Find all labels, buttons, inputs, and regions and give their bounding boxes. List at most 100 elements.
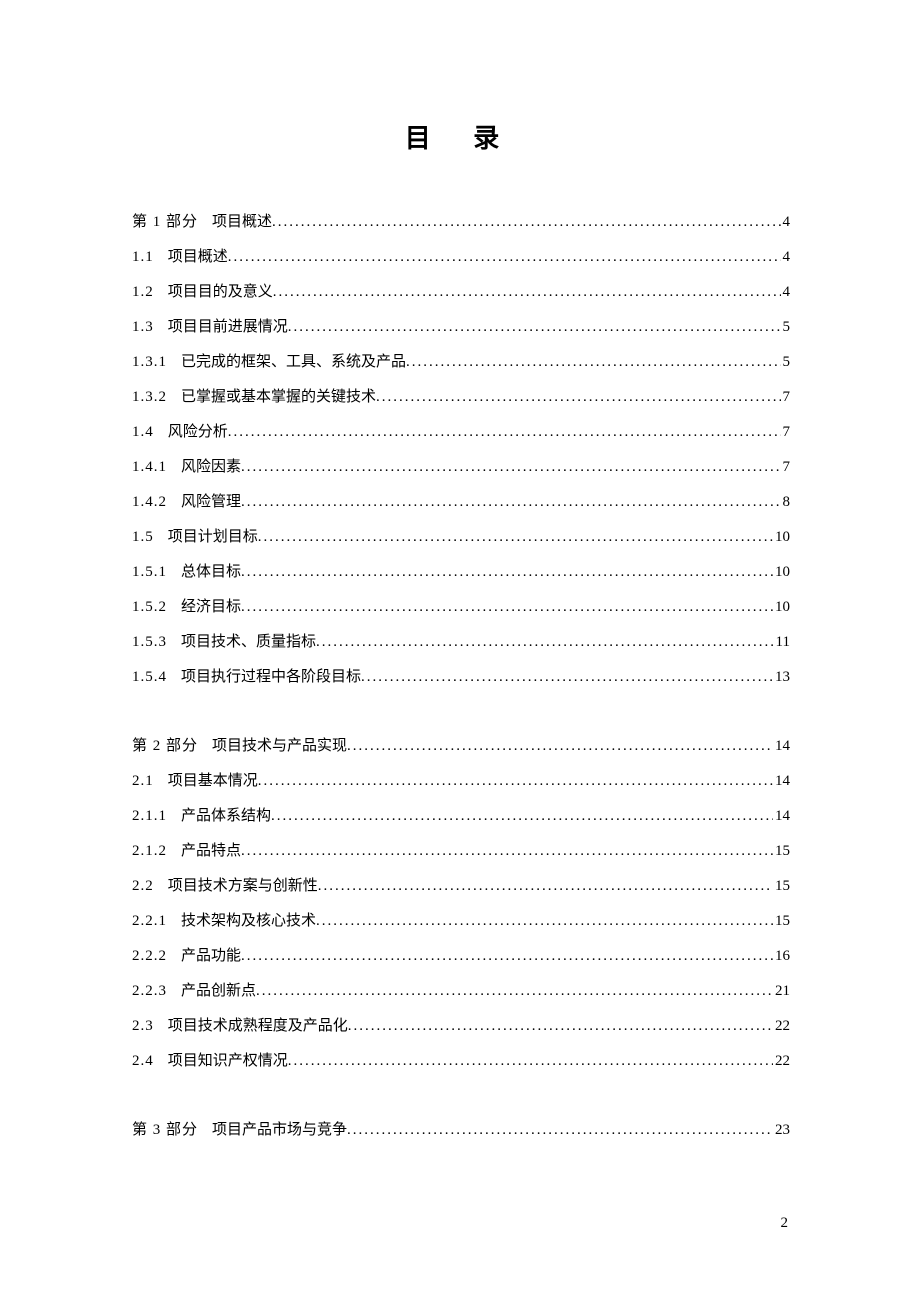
toc-entry-label: 产品特点: [181, 844, 241, 859]
toc-entry: 第 3 部分项目产品市场与竞争23: [132, 1123, 790, 1138]
toc-entry-page: 15: [773, 844, 790, 859]
toc-entry-label: 项目计划目标: [168, 530, 258, 545]
toc-entry: 2.1 项目基本情况 14: [132, 774, 790, 789]
toc-entry: 1.4风险分析7: [132, 425, 790, 440]
toc-entry-page: 7: [781, 460, 791, 475]
toc-entry-number: 1.3.1: [132, 355, 167, 370]
toc-entry-label: 项目目的及意义: [168, 285, 273, 300]
document-page: 目 录 第 1 部分项目概述41.1项目概述41.2项目目的及意义41.3项目目…: [0, 0, 920, 1302]
toc-entry-label: 技术架构及核心技术: [181, 914, 316, 929]
toc-section-gap: [132, 705, 790, 739]
toc-entry-page: 14: [773, 774, 790, 789]
toc-entry-label: 风险管理: [181, 495, 241, 510]
toc-leader-dots: [288, 320, 781, 335]
toc-leader-dots: [316, 635, 774, 650]
toc-entry-number: 1.5.2: [132, 600, 167, 615]
toc-entry: 2.1.2 产品特点 15: [132, 844, 790, 859]
toc-leader-dots: [376, 390, 780, 405]
toc-entry-page: 5: [781, 320, 791, 335]
toc-entry-page: 4: [781, 215, 791, 230]
toc-entry-number: 1.5: [132, 530, 154, 545]
toc-entry: 2.2.3 产品创新点 21: [132, 984, 790, 999]
toc-entry: 2.4 项目知识产权情况 22: [132, 1054, 790, 1069]
toc-entry-label: 项目基本情况: [168, 774, 258, 789]
toc-entry-number: 1.4.2: [132, 495, 167, 510]
toc-entry: 第 1 部分项目概述 4: [132, 215, 790, 230]
toc-entry-number: 第 1 部分: [132, 215, 198, 230]
toc-entry-page: 7: [781, 425, 791, 440]
toc-entry-number: 2.2.2: [132, 949, 167, 964]
toc-entry-page: 8: [781, 495, 791, 510]
toc-leader-dots: [347, 739, 773, 754]
toc-entry: 1.2项目目的及意义4: [132, 285, 790, 300]
toc-entry-label: 项目知识产权情况: [168, 1054, 288, 1069]
toc-entry: 1.5项目计划目标10: [132, 530, 790, 545]
toc-entry-page: 11: [774, 635, 790, 650]
toc-entry-number: 1.3.2: [132, 390, 167, 405]
toc-entry-page: 22: [773, 1054, 790, 1069]
toc-leader-dots: [316, 914, 773, 929]
toc-entry-number: 2.2.1: [132, 914, 167, 929]
toc-leader-dots: [241, 495, 780, 510]
toc-entry-number: 2.2: [132, 879, 154, 894]
toc-entry-page: 14: [773, 809, 790, 824]
toc-entry-label: 项目概述: [212, 215, 272, 230]
toc-entry-number: 1.5.1: [132, 565, 167, 580]
page-number: 2: [781, 1215, 789, 1232]
toc-entry-label: 已完成的框架、工具、系统及产品: [181, 355, 406, 370]
toc-leader-dots: [241, 949, 773, 964]
toc-entry-number: 2.4: [132, 1054, 154, 1069]
toc-entry-number: 2.1: [132, 774, 154, 789]
toc-entry-page: 14: [773, 739, 790, 754]
toc-entry-label: 项目执行过程中各阶段目标: [181, 670, 361, 685]
toc-entry-page: 22: [773, 1019, 790, 1034]
toc-entry-number: 1.1: [132, 250, 154, 265]
toc-entry-number: 1.5.4: [132, 670, 167, 685]
toc-leader-dots: [272, 215, 780, 230]
toc-entry: 1.4.2 风险管理 8: [132, 495, 790, 510]
toc-entry-label: 项目目前进展情况: [168, 320, 288, 335]
toc-entry-label: 项目技术、质量指标: [181, 635, 316, 650]
toc-entry-label: 风险因素: [181, 460, 241, 475]
toc-entry-label: 已掌握或基本掌握的关键技术: [181, 390, 376, 405]
table-of-contents: 第 1 部分项目概述41.1项目概述41.2项目目的及意义41.3项目目前进展情…: [132, 215, 790, 1138]
toc-leader-dots: [348, 1019, 773, 1034]
toc-entry-label: 产品体系结构: [181, 809, 271, 824]
toc-entry-number: 2.1.1: [132, 809, 167, 824]
toc-entry-number: 2.1.2: [132, 844, 167, 859]
toc-leader-dots: [271, 809, 773, 824]
toc-leader-dots: [241, 460, 780, 475]
toc-entry-label: 项目概述: [168, 250, 228, 265]
toc-entry-page: 7: [781, 390, 791, 405]
toc-entry-label: 项目技术成熟程度及产品化: [168, 1019, 348, 1034]
toc-entry-page: 23: [773, 1123, 790, 1138]
toc-entry-number: 第 3 部分: [132, 1123, 198, 1138]
toc-entry: 1.5.4项目执行过程中各阶段目标13: [132, 670, 790, 685]
toc-leader-dots: [288, 1054, 773, 1069]
toc-entry: 2.2.2产品功能16: [132, 949, 790, 964]
toc-entry: 2.3 项目技术成熟程度及产品化 22: [132, 1019, 790, 1034]
toc-entry: 2.2项目技术方案与创新性15: [132, 879, 790, 894]
toc-entry-number: 2.2.3: [132, 984, 167, 999]
toc-leader-dots: [361, 670, 773, 685]
toc-entry-page: 10: [773, 565, 790, 580]
toc-leader-dots: [347, 1123, 773, 1138]
toc-entry: 第 2 部分项目技术与产品实现14: [132, 739, 790, 754]
toc-entry-number: 2.3: [132, 1019, 154, 1034]
toc-entry-page: 21: [773, 984, 790, 999]
toc-entry-number: 1.4.1: [132, 460, 167, 475]
toc-entry-page: 4: [781, 285, 791, 300]
toc-section-gap: [132, 1089, 790, 1123]
toc-leader-dots: [241, 600, 773, 615]
toc-entry-label: 产品创新点: [181, 984, 256, 999]
toc-entry: 1.1项目概述4: [132, 250, 790, 265]
toc-entry: 1.5.2经济目标10: [132, 600, 790, 615]
toc-leader-dots: [241, 565, 773, 580]
toc-entry-page: 10: [773, 600, 790, 615]
toc-leader-dots: [406, 355, 780, 370]
toc-entry-label: 产品功能: [181, 949, 241, 964]
toc-entry: 1.5.1总体目标10: [132, 565, 790, 580]
toc-entry-label: 项目技术方案与创新性: [168, 879, 318, 894]
toc-entry: 1.4.1 风险因素 7: [132, 460, 790, 475]
toc-leader-dots: [273, 285, 781, 300]
